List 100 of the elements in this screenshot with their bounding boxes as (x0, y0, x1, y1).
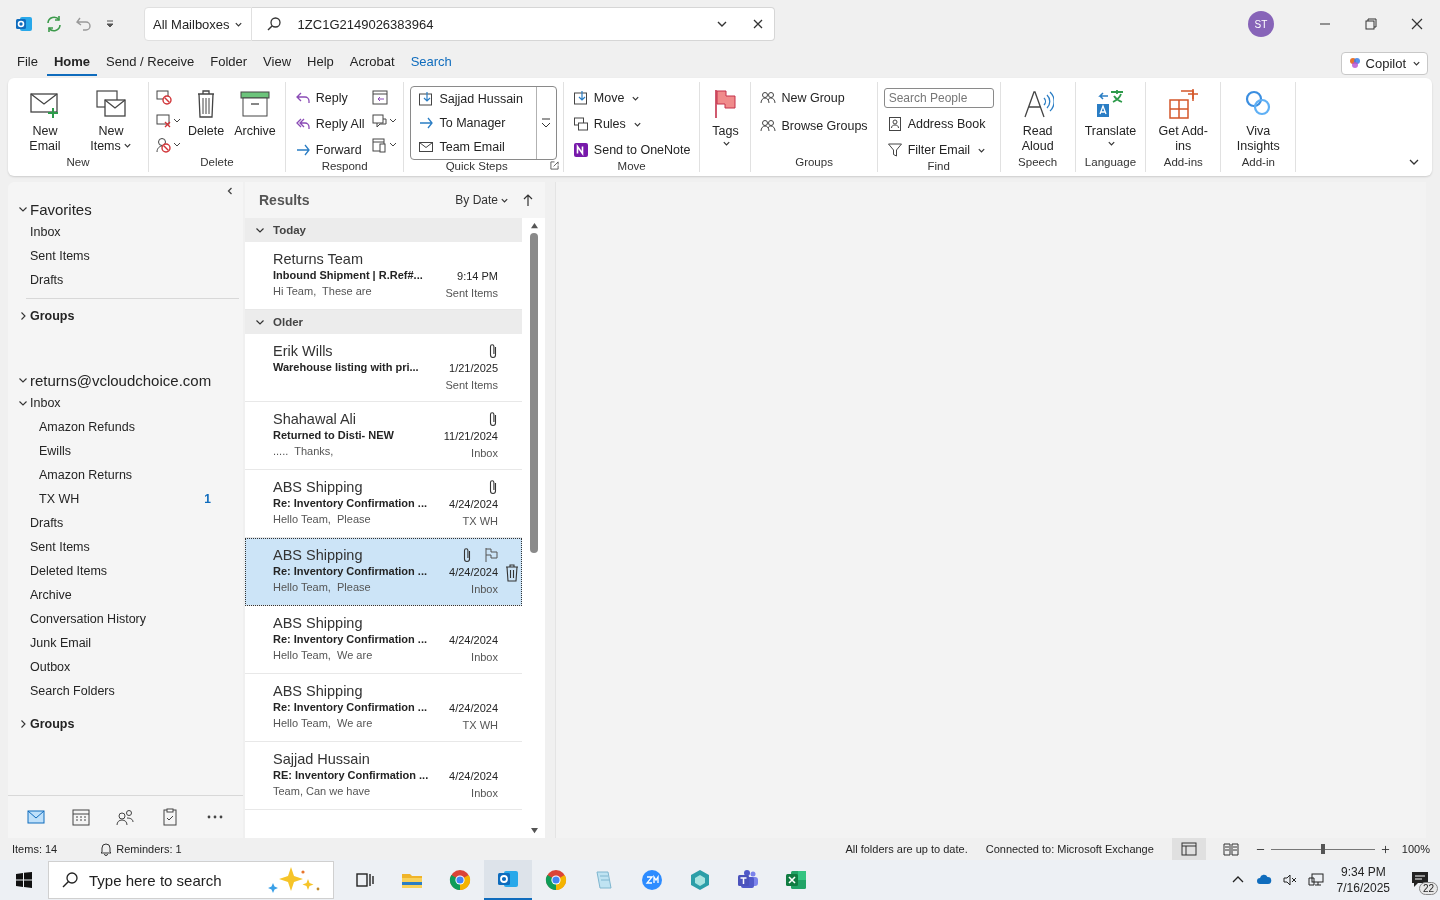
group-header[interactable]: Older (245, 310, 522, 334)
message-item[interactable]: Sajjad Hussain RE: Inventory Confirmation ... Team, Can we have 4/24/2024 Inbox (245, 742, 522, 810)
account-header[interactable]: returns@vcloudchoice.com (8, 369, 212, 391)
folder-item[interactable]: Junk Email (8, 631, 92, 655)
more-respond-icon[interactable] (371, 136, 398, 154)
ribbon-tab[interactable]: Folder (203, 50, 255, 76)
folder-item[interactable]: Ewills (8, 439, 71, 463)
block-sender-icon[interactable] (155, 136, 181, 154)
zoom-in-icon[interactable] (1380, 844, 1390, 854)
ribbon-tab[interactable]: Home (46, 50, 98, 76)
folder-item[interactable]: Search Folders (8, 679, 115, 703)
forward-button[interactable]: Forward (291, 140, 368, 160)
reminders-status[interactable]: Reminders: 1 (99, 842, 182, 856)
folder-item[interactable]: Conversation History (8, 607, 146, 631)
folder-item[interactable]: Deleted Items (8, 559, 108, 583)
sort-order-icon[interactable] (521, 193, 535, 207)
quick-step-item[interactable]: To Manager (415, 113, 526, 133)
reply-button[interactable]: Reply (291, 88, 368, 108)
user-avatar[interactable]: ST (1248, 11, 1274, 37)
browse-groups-button[interactable]: Browse Groups (757, 116, 871, 136)
sort-dropdown[interactable]: By Date (455, 193, 509, 207)
message-item[interactable]: Erik Wills Warehouse listing with pri... 1/21/2025 Sent Items (245, 334, 522, 402)
meeting-reply-icon[interactable] (371, 88, 390, 106)
flag-icon[interactable] (484, 547, 498, 563)
ribbon-tab[interactable]: View (256, 50, 299, 76)
folder-item[interactable]: Drafts (8, 268, 64, 292)
collapse-pane-icon[interactable] (225, 186, 235, 196)
scrollbar-thumb[interactable] (530, 233, 538, 553)
quick-step-item[interactable]: Sajjad Hussain (415, 89, 526, 109)
zoom-level[interactable]: 100% (1401, 843, 1430, 855)
slider-thumb[interactable] (1320, 844, 1325, 854)
get-add-ins-button[interactable]: Get Add-ins (1152, 86, 1215, 156)
dialog-launcher-icon[interactable] (549, 161, 559, 170)
scroll-up-icon[interactable] (529, 222, 539, 229)
folder-item[interactable]: TX WH (8, 487, 80, 511)
zoom-slider[interactable] (1270, 843, 1375, 855)
ribbon-tab[interactable]: Acrobat (342, 50, 402, 76)
taskbar-search-field[interactable]: Type here to search (48, 861, 334, 899)
search-icon (61, 871, 79, 889)
clean-up-icon[interactable] (155, 112, 181, 130)
message-item[interactable]: Shahawal Ali Returned to Disti- NEW ..... Thanks, 11/21/2024 Inbox (245, 402, 522, 470)
folder-item[interactable]: Inbox (8, 220, 61, 244)
ribbon-tab[interactable]: Help (300, 50, 341, 76)
ribbon-tab[interactable]: File (10, 50, 45, 76)
read-aloud-button[interactable]: Read Aloud (1006, 86, 1069, 156)
send-to-onenote-button[interactable]: Send to OneNote (569, 140, 694, 160)
groups-header[interactable]: Groups (8, 713, 75, 735)
translate-button[interactable]: Translate (1081, 86, 1140, 150)
ribbon-tab[interactable]: Search (403, 50, 459, 76)
sync-icon[interactable] (44, 14, 64, 34)
search-placeholder[interactable]: Type here to search (89, 871, 253, 889)
search-people-field[interactable]: Search People (883, 88, 994, 108)
quick-step-item[interactable]: Team Email (415, 137, 526, 157)
address-book-button[interactable]: Address Book (883, 114, 994, 134)
normal-view-icon[interactable] (1171, 838, 1206, 860)
clock-time[interactable]: 9:34 PM (1340, 864, 1386, 880)
ignore-icon[interactable] (155, 88, 173, 106)
app-logo-icon[interactable] (14, 14, 34, 34)
folder-item[interactable]: Amazon Returns (8, 463, 133, 487)
message-date: 11/21/2024 (443, 429, 498, 444)
search-query[interactable]: 1ZC1G2149026383964 (297, 16, 716, 32)
address-book-icon (886, 116, 903, 132)
tags-button[interactable]: Tags (706, 86, 745, 150)
caret-icon (122, 141, 132, 150)
delete-button[interactable]: Delete (185, 86, 228, 141)
close-icon[interactable] (751, 18, 764, 30)
new-items-button[interactable]: New Items (80, 86, 142, 156)
message-item[interactable]: ABS Shipping Re: Inventory Confirmation ... Hello Team, We are 4/24/2024 Inbox (245, 606, 522, 674)
groups-header[interactable]: Groups (8, 305, 75, 327)
archive-button[interactable]: Archive (231, 86, 279, 141)
rules-button[interactable]: Rules (569, 114, 694, 134)
search-scope-dropdown[interactable]: All Mailboxes (144, 7, 252, 41)
notification-count: 22 (1418, 882, 1438, 895)
message-item[interactable]: ABS Shipping Re: Inventory Confirmation ... Hello Team, We are 4/24/2024 TX WH (245, 674, 522, 742)
message-preview: Hello Team, We are (273, 648, 374, 663)
folder-item[interactable]: Archive (8, 583, 72, 607)
move-button[interactable]: Move (569, 88, 694, 108)
message-item[interactable]: ABS Shipping Re: Inventory Confirmation ... Hello Team, Please 4/24/2024 Inbox (245, 538, 522, 606)
search-field[interactable]: 1ZC1G2149026383964 (251, 7, 775, 41)
clock-date[interactable]: 7/16/2025 (1336, 880, 1390, 896)
filter-email-button[interactable]: Filter Email (883, 140, 994, 160)
delete-icon[interactable] (505, 564, 519, 582)
folder-item[interactable]: Drafts (8, 511, 64, 535)
folder-item[interactable]: Sent Items (8, 244, 90, 268)
reply-all-button[interactable]: Reply All (291, 114, 368, 134)
copilot-button[interactable]: Copilot (1340, 51, 1428, 75)
folder-item[interactable]: Amazon Refunds (8, 415, 135, 439)
group-header[interactable]: Today (245, 218, 522, 242)
new-email-button[interactable]: New Email (14, 86, 76, 156)
scroll-down-icon[interactable] (529, 827, 539, 834)
outlook-taskbar-icon[interactable] (484, 860, 532, 900)
new-group-button[interactable]: New Group (757, 88, 871, 108)
ribbon-tab[interactable]: Send / Receive (99, 50, 202, 76)
folder-item[interactable]: Outbox (8, 655, 71, 679)
favorites-header[interactable]: Favorites (8, 198, 92, 220)
folder-item[interactable]: Sent Items (8, 535, 90, 559)
chat-icon[interactable] (371, 112, 398, 130)
folder-item[interactable]: Inbox (8, 391, 61, 415)
customize-caret-icon[interactable] (104, 18, 116, 30)
viva-insights-button[interactable]: Viva Insights (1227, 86, 1290, 156)
